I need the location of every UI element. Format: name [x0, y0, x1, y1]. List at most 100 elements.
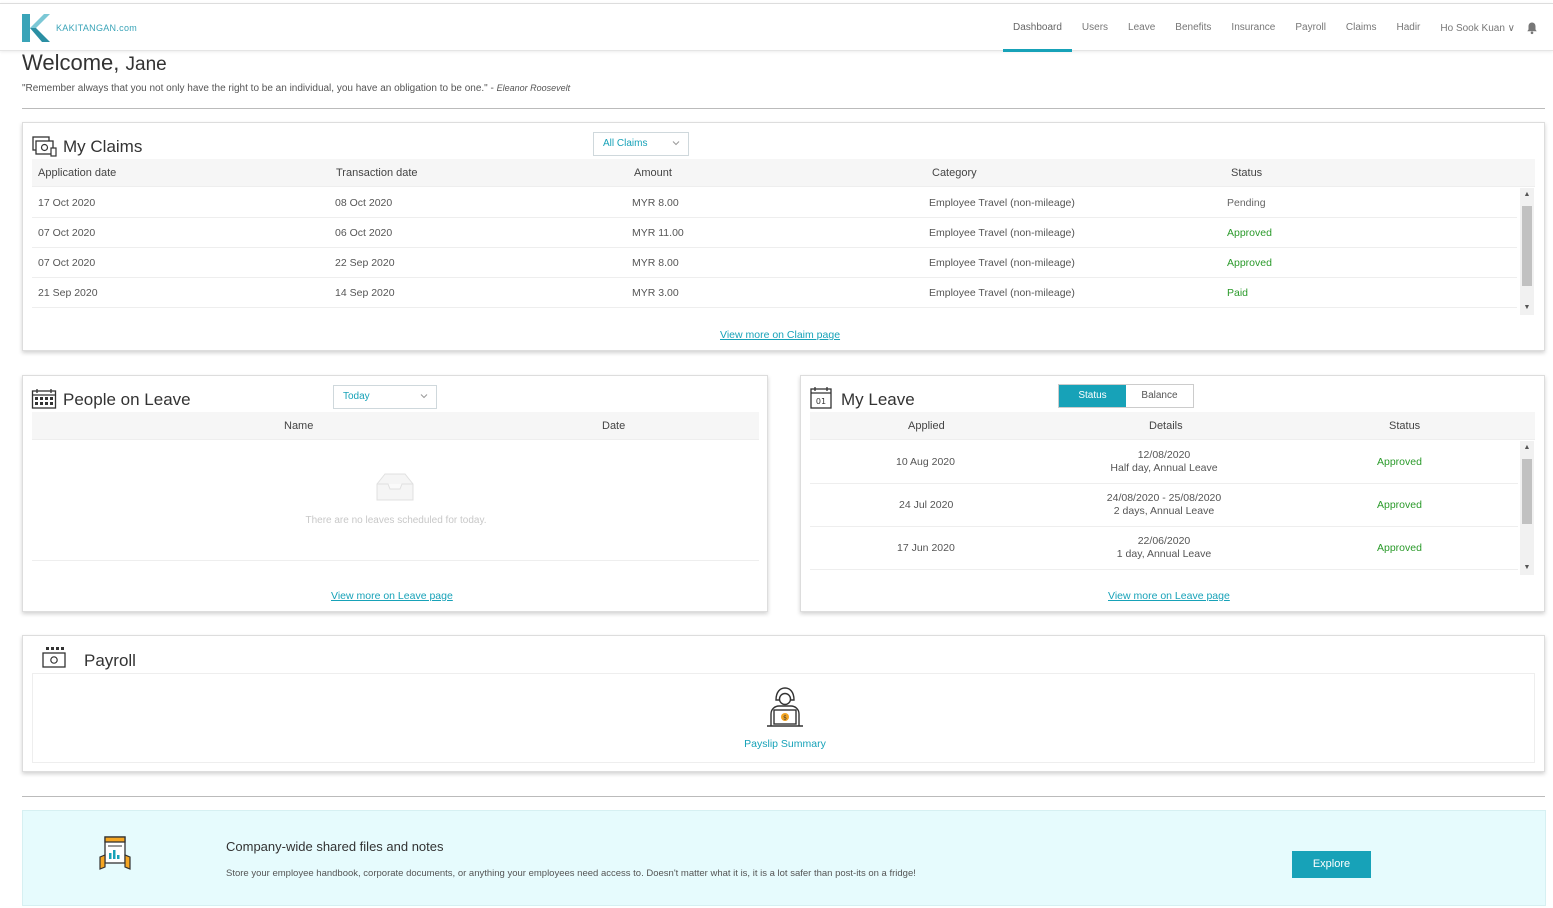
cash-stack-icon [42, 647, 66, 668]
scroll-thumb[interactable] [1522, 459, 1532, 524]
banner-description: Store your employee handbook, corporate … [226, 868, 916, 879]
cell-application-date: 17 Oct 2020 [38, 196, 96, 209]
nav-hadir[interactable]: Hadir [1386, 4, 1430, 52]
view-more-my-leave-link[interactable]: View more on Leave page [1108, 590, 1230, 602]
user-menu[interactable]: Ho Sook Kuan ∨ [1430, 23, 1521, 34]
people-on-leave-card: People on Leave Today Name Date There ar… [22, 375, 768, 612]
nav-dashboard[interactable]: Dashboard [1002, 4, 1072, 52]
cell-application-date: 07 Oct 2020 [38, 226, 96, 239]
cell-details: 12/08/2020 Half day, Annual Leave [1064, 449, 1264, 475]
tab-status[interactable]: Status [1059, 385, 1126, 407]
scroll-down-icon[interactable]: ▼ [1520, 563, 1534, 573]
my-leave-card: 01 My Leave Status Balance Applied Detai… [800, 375, 1545, 612]
welcome-greeting: Welcome, [22, 50, 120, 75]
cell-status: Approved [1377, 499, 1422, 511]
scroll-thumb[interactable] [1522, 206, 1532, 286]
payroll-card: Payroll $ Payslip Summary [22, 635, 1545, 772]
scroll-up-icon[interactable]: ▲ [1520, 190, 1534, 200]
leave-date: 22/06/2020 [1137, 535, 1191, 547]
table-row[interactable]: 07 Oct 2020 06 Oct 2020 MYR 11.00 Employ… [32, 218, 1517, 248]
payroll-title: Payroll [84, 651, 136, 670]
svg-text:01: 01 [816, 397, 826, 406]
calendar-day-icon: 01 [810, 387, 832, 409]
logo-k-icon [22, 14, 50, 42]
cell-category: Employee Travel (non-mileage) [929, 226, 1075, 239]
bell-icon[interactable] [1525, 21, 1539, 35]
cell-amount: MYR 11.00 [632, 226, 684, 239]
claims-filter-select[interactable]: All Claims [593, 132, 689, 156]
my-leave-title: My Leave [841, 390, 915, 409]
quote-text: "Remember always that you not only have … [22, 83, 494, 94]
cell-details: 22/06/2020 1 day, Annual Leave [1064, 535, 1264, 561]
cell-status: Approved [1227, 226, 1272, 239]
my-leave-view-toggle: Status Balance [1058, 384, 1194, 408]
claims-scrollbar[interactable]: ▲ ▼ [1520, 188, 1534, 315]
col-name: Name [284, 419, 314, 432]
nav-benefits[interactable]: Benefits [1165, 4, 1221, 52]
people-on-leave-title: People on Leave [63, 390, 191, 409]
col-category: Category [932, 166, 977, 179]
shared-files-banner: Company-wide shared files and notes Stor… [22, 810, 1546, 906]
table-row[interactable]: 10 Aug 2020 12/08/2020 Half day, Annual … [810, 441, 1518, 484]
view-more-claims-link[interactable]: View more on Claim page [720, 329, 840, 341]
cell-applied: 24 Jul 2020 [899, 499, 954, 511]
leave-date: 24/08/2020 - 25/08/2020 [1106, 492, 1222, 504]
cell-transaction-date: 08 Oct 2020 [335, 196, 393, 209]
col-leave-status: Status [1389, 419, 1421, 432]
claims-icon [32, 136, 57, 157]
payslip-person-icon: $ [767, 687, 803, 727]
nav-users[interactable]: Users [1072, 4, 1118, 52]
user-name: Ho Sook Kuan [1440, 22, 1505, 34]
my-leave-table-header: Applied Details Status [810, 412, 1535, 440]
payslip-summary-item[interactable]: $ Payslip Summary [723, 684, 847, 750]
col-application-date: Application date [38, 166, 117, 179]
welcome-heading: Welcome, Jane [22, 50, 167, 76]
table-row[interactable]: 07 Oct 2020 22 Sep 2020 MYR 8.00 Employe… [32, 248, 1517, 278]
claims-table-header: Application date Transaction date Amount… [32, 159, 1535, 187]
nav-leave[interactable]: Leave [1118, 4, 1165, 52]
nav-payroll[interactable]: Payroll [1285, 4, 1336, 52]
my-claims-card: My Claims All Claims Application date Tr… [22, 122, 1545, 351]
scroll-down-icon[interactable]: ▼ [1520, 303, 1534, 313]
table-row[interactable]: 17 Oct 2020 08 Oct 2020 MYR 8.00 Employe… [32, 188, 1517, 218]
main-nav: Dashboard Users Leave Benefits Insurance… [1002, 4, 1539, 52]
divider [22, 796, 1545, 797]
table-row[interactable]: 17 Jun 2020 22/06/2020 1 day, Annual Lea… [810, 527, 1518, 570]
top-navbar: KAKITANGAN.com Dashboard Users Leave Ben… [0, 3, 1553, 52]
document-chart-icon [99, 836, 131, 870]
cell-application-date: 21 Sep 2020 [38, 286, 98, 299]
view-more-leave-link[interactable]: View more on Leave page [331, 590, 453, 602]
quote-author: Eleanor Roosevelt [496, 83, 571, 93]
cell-status: Approved [1377, 542, 1422, 554]
cell-category: Employee Travel (non-mileage) [929, 196, 1075, 209]
nav-claims[interactable]: Claims [1336, 4, 1387, 52]
chevron-down-icon: ∨ [1507, 22, 1515, 34]
cell-amount: MYR 3.00 [632, 286, 679, 299]
table-row[interactable]: 24 Jul 2020 24/08/2020 - 25/08/2020 2 da… [810, 484, 1518, 527]
col-date: Date [602, 419, 626, 432]
brand-logo[interactable]: KAKITANGAN.com [20, 12, 137, 44]
quote: "Remember always that you not only have … [22, 83, 570, 94]
cell-application-date: 07 Oct 2020 [38, 256, 96, 269]
cell-transaction-date: 14 Sep 2020 [335, 286, 395, 299]
welcome-name: Jane [125, 54, 167, 75]
cell-status: Paid [1227, 286, 1249, 299]
svg-text:$: $ [783, 714, 787, 721]
cell-category: Employee Travel (non-mileage) [929, 256, 1075, 269]
explore-button[interactable]: Explore [1292, 851, 1371, 878]
divider [22, 108, 1545, 109]
nav-insurance[interactable]: Insurance [1221, 4, 1285, 52]
leave-desc: 2 days, Annual Leave [1113, 505, 1215, 517]
chevron-down-icon [420, 394, 428, 399]
cell-status: Pending [1227, 196, 1266, 209]
tab-balance[interactable]: Balance [1126, 385, 1193, 407]
cell-amount: MYR 8.00 [632, 256, 679, 269]
banner-title: Company-wide shared files and notes [226, 839, 444, 854]
cell-applied: 10 Aug 2020 [896, 456, 955, 468]
table-row[interactable]: 21 Sep 2020 14 Sep 2020 MYR 3.00 Employe… [32, 278, 1517, 308]
empty-inbox-icon [376, 473, 414, 501]
cell-details: 24/08/2020 - 25/08/2020 2 days, Annual L… [1064, 492, 1264, 518]
people-on-leave-filter-select[interactable]: Today [333, 385, 437, 409]
scroll-up-icon[interactable]: ▲ [1520, 443, 1534, 453]
my-leave-scrollbar[interactable]: ▲ ▼ [1520, 441, 1534, 575]
